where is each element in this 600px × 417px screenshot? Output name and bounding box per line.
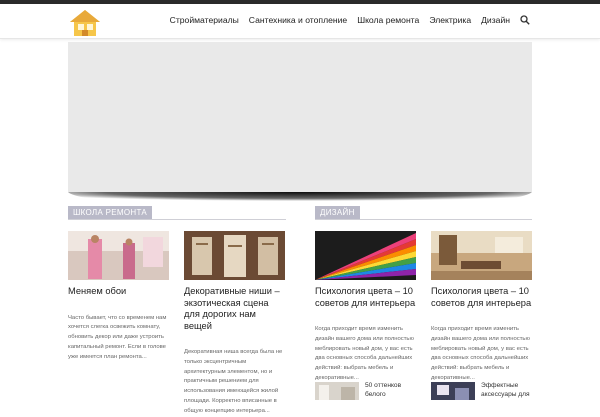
nav-item-electrics[interactable]: Электрика [429,15,471,25]
post-card: Психология цвета – 10 советов для интерь… [431,231,532,384]
post-title[interactable]: Декоративные ниши – экзотическая сцена д… [184,286,285,332]
post-card: Психология цвета – 10 советов для интерь… [315,231,416,384]
hero-slider[interactable] [68,42,532,192]
section-head-repair-school: ШКОЛА РЕМОНТА [68,206,286,220]
post-excerpt: Декоративная ниша всегда была не только … [184,349,283,414]
post-thumbnail[interactable] [184,231,285,280]
section-label-design[interactable]: ДИЗАЙН [315,206,360,219]
post-excerpt: Когда приходит время изменить дизайн ваш… [315,326,414,381]
section-label-repair-school[interactable]: ШКОЛА РЕМОНТА [68,206,153,219]
post-title[interactable]: Психология цвета – 10 советов для интерь… [315,286,416,309]
search-icon[interactable] [520,15,530,25]
nav-item-repair-school[interactable]: Школа ремонта [357,15,419,25]
post-card: Декоративные ниши – экзотическая сцена д… [184,231,285,417]
section-head-design: ДИЗАЙН [315,206,532,220]
mini-post: 50 оттенков белого [315,382,415,400]
post-thumbnail[interactable] [431,231,532,280]
post-card: Меняем обои Часто бывает, что со времене… [68,231,169,362]
post-excerpt: Когда приходит время изменить дизайн ваш… [431,326,530,381]
house-logo-icon[interactable] [68,8,102,38]
post-excerpt: Часто бывает, что со временем нам хочетс… [68,314,167,360]
site-header: Стройматериалы Сантехника и отопление Шк… [0,4,600,39]
nav-item-building-materials[interactable]: Стройматериалы [170,15,239,25]
mini-post-thumbnail[interactable] [315,382,359,400]
post-title[interactable]: Психология цвета – 10 советов для интерь… [431,286,532,309]
post-title[interactable]: Меняем обои [68,286,169,298]
post-thumbnail[interactable] [315,231,416,280]
main-nav: Стройматериалы Сантехника и отопление Шк… [170,15,530,25]
nav-item-design[interactable]: Дизайн [481,15,510,25]
post-thumbnail[interactable] [68,231,169,280]
mini-post-title[interactable]: 50 оттенков белого [365,382,415,400]
mini-post: Эффектные аксессуары для [431,382,531,400]
mini-post-thumbnail[interactable] [431,382,475,400]
nav-item-plumbing-heating[interactable]: Сантехника и отопление [249,15,347,25]
mini-post-title[interactable]: Эффектные аксессуары для [481,382,531,400]
